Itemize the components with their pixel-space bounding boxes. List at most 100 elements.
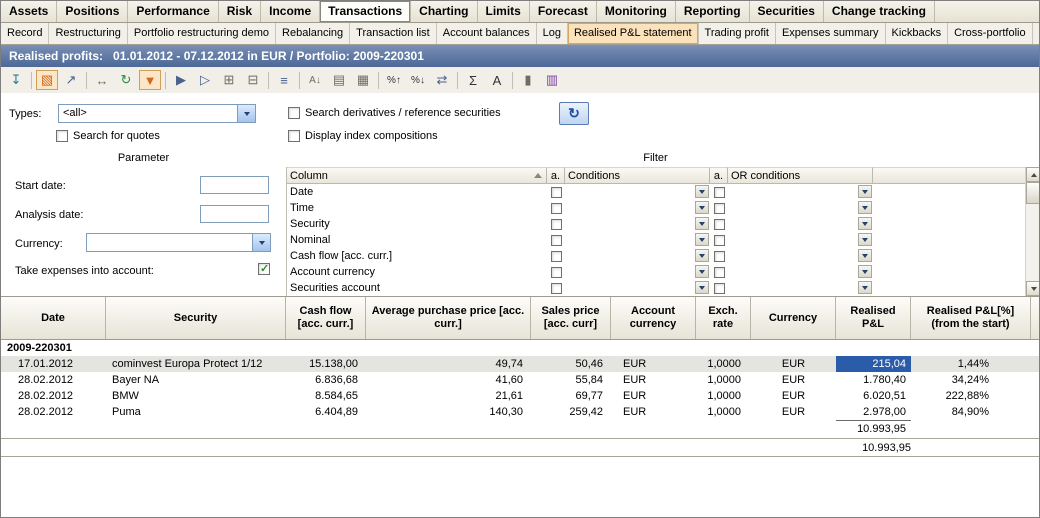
menu-tab-reporting[interactable]: Reporting (676, 1, 750, 22)
cell-security[interactable]: cominvest Europa Protect 1/12 (106, 356, 286, 372)
portfolio-group-row[interactable]: 2009-220301 (1, 340, 1040, 356)
menu-tab-securities[interactable]: Securities (750, 1, 824, 22)
filter-row-account-currency[interactable]: Account currency (287, 264, 1025, 280)
cell-date[interactable]: 28.02.2012 (1, 372, 106, 388)
header-sales-price[interactable]: Sales price [acc. curr] (531, 297, 611, 339)
percent-up-icon[interactable]: %↑ (383, 70, 405, 90)
chevron-down-icon[interactable] (237, 105, 255, 122)
cell-account-currency[interactable]: EUR (611, 404, 696, 420)
filter-column-label[interactable]: Cash flow [acc. curr.] (287, 248, 547, 264)
filter-conditions-dropdown[interactable] (565, 232, 710, 248)
header-avg-purchase-price[interactable]: Average purchase price [acc. curr.] (366, 297, 531, 339)
scroll-down-icon[interactable] (1026, 281, 1040, 296)
subtab-transaction-list[interactable]: Transaction list (350, 23, 437, 44)
menu-tab-performance[interactable]: Performance (128, 1, 218, 22)
chevron-down-icon[interactable] (858, 217, 872, 230)
filter-or-conditions-dropdown[interactable] (728, 184, 873, 200)
filter-conditions-dropdown[interactable] (565, 216, 710, 232)
filter-or-conditions-dropdown[interactable] (728, 200, 873, 216)
cell-realised-pnl-selected[interactable]: 215,04 (836, 356, 911, 372)
search-derivatives-checkbox[interactable] (288, 107, 300, 119)
chevron-down-icon[interactable] (695, 281, 709, 294)
chevron-down-icon[interactable] (695, 201, 709, 214)
chevron-down-icon[interactable] (695, 249, 709, 262)
grid-lines-icon[interactable]: ▤ (328, 70, 350, 90)
filter-row-security[interactable]: Security (287, 216, 1025, 232)
filter-or-checkbox[interactable] (714, 203, 725, 214)
subtab-restructuring[interactable]: Restructuring (49, 23, 127, 44)
filter-or-checkbox[interactable] (714, 251, 725, 262)
subtab-kickbacks[interactable]: Kickbacks (886, 23, 949, 44)
menu-tab-positions[interactable]: Positions (57, 1, 128, 22)
filter-row-time[interactable]: Time (287, 200, 1025, 216)
filter-row-securities-account[interactable]: Securities account (287, 280, 1025, 296)
cell-exch-rate[interactable]: 1,0000 (696, 356, 751, 372)
search-quotes-checkbox[interactable] (56, 130, 68, 142)
menu-tab-monitoring[interactable]: Monitoring (597, 1, 676, 22)
currency-combobox[interactable] (86, 233, 271, 252)
cell-sales-price[interactable]: 50,46 (531, 356, 611, 372)
chevron-down-icon[interactable] (252, 234, 270, 251)
filter-row-nominal[interactable]: Nominal (287, 232, 1025, 248)
subtab-account-balances[interactable]: Account balances (437, 23, 537, 44)
filter-header-or-conditions[interactable]: OR conditions (728, 167, 873, 184)
cell-avg-purchase-price[interactable]: 49,74 (366, 356, 531, 372)
chevron-down-icon[interactable] (858, 265, 872, 278)
chevron-down-icon[interactable] (695, 185, 709, 198)
chevron-down-icon[interactable] (858, 281, 872, 294)
cell-realised-pnl[interactable]: 1.780,40 (836, 372, 911, 388)
filter-row-date[interactable]: Date (287, 184, 1025, 200)
cell-realised-pnl-pct[interactable]: 34,24% (911, 372, 1031, 388)
column-chart-icon[interactable]: ▮ (517, 70, 539, 90)
header-currency[interactable]: Currency (751, 297, 836, 339)
table-row[interactable]: 28.02.2012 BMW 8.584,65 21,61 69,77 EUR … (1, 388, 1040, 404)
subtab-realised-pnl-statement[interactable]: Realised P&L statement (568, 23, 699, 44)
cell-security[interactable]: Bayer NA (106, 372, 286, 388)
filter-conditions-dropdown[interactable] (565, 264, 710, 280)
filter-scrollbar[interactable] (1025, 167, 1040, 296)
sort-az-icon[interactable]: A↓ (304, 70, 326, 90)
cell-account-currency[interactable]: EUR (611, 356, 696, 372)
header-exch-rate[interactable]: Exch. rate (696, 297, 751, 339)
filter-or-checkbox[interactable] (714, 283, 725, 294)
cell-security[interactable]: Puma (106, 404, 286, 420)
types-combobox[interactable]: <all> (58, 104, 256, 123)
filter-column-label[interactable]: Securities account (287, 280, 547, 296)
cell-sales-price[interactable]: 69,77 (531, 388, 611, 404)
cell-date[interactable]: 28.02.2012 (1, 388, 106, 404)
font-icon[interactable]: A (486, 70, 508, 90)
filter-header-conditions[interactable]: Conditions (565, 167, 710, 184)
filter-or-conditions-dropdown[interactable] (728, 264, 873, 280)
refresh-search-button[interactable]: ↻ (559, 102, 589, 125)
filter-icon[interactable]: ▼ (139, 70, 161, 90)
cell-sales-price[interactable]: 259,42 (531, 404, 611, 420)
filter-and-checkbox[interactable] (551, 235, 562, 246)
cell-date[interactable]: 17.01.2012 (1, 356, 106, 372)
filter-and-checkbox[interactable] (551, 219, 562, 230)
filter-header-a2[interactable]: a. (710, 167, 728, 184)
cell-realised-pnl-pct[interactable]: 222,88% (911, 388, 1031, 404)
cell-security[interactable]: BMW (106, 388, 286, 404)
filter-conditions-dropdown[interactable] (565, 184, 710, 200)
cell-realised-pnl[interactable]: 2.978,00 (836, 404, 911, 420)
refresh-icon[interactable]: ↻ (115, 70, 137, 90)
menu-tab-transactions[interactable]: Transactions (320, 1, 411, 22)
header-cash-flow[interactable]: Cash flow [acc. curr.] (286, 297, 366, 339)
header-date[interactable]: Date (1, 297, 106, 339)
filter-conditions-dropdown[interactable] (565, 200, 710, 216)
subtab-trading-profit[interactable]: Trading profit (699, 23, 776, 44)
cell-avg-purchase-price[interactable]: 21,61 (366, 388, 531, 404)
header-security[interactable]: Security (106, 297, 286, 339)
filter-and-checkbox[interactable] (551, 267, 562, 278)
scroll-up-icon[interactable] (1026, 167, 1040, 182)
analysis-date-input[interactable] (200, 205, 269, 223)
filter-or-conditions-dropdown[interactable] (728, 232, 873, 248)
filter-header-a1[interactable]: a. (547, 167, 565, 184)
cell-exch-rate[interactable]: 1,0000 (696, 372, 751, 388)
filter-or-checkbox[interactable] (714, 219, 725, 230)
header-realised-pnl[interactable]: Realised P&L (836, 297, 911, 339)
filter-and-checkbox[interactable] (551, 251, 562, 262)
subtab-record[interactable]: Record (1, 23, 49, 44)
cell-realised-pnl-pct[interactable]: 1,44% (911, 356, 1031, 372)
chevron-down-icon[interactable] (858, 185, 872, 198)
